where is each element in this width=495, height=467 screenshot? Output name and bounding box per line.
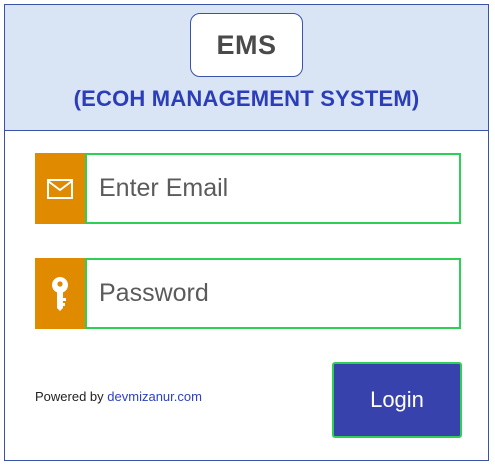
email-field-group	[35, 153, 461, 224]
powered-by-label: Powered by	[35, 389, 104, 404]
login-card: EMS (ECOH MANAGEMENT SYSTEM) Powered	[4, 4, 489, 461]
app-subtitle: (ECOH MANAGEMENT SYSTEM)	[73, 86, 420, 111]
powered-by-text: Powered by devmizanur.com	[35, 389, 202, 404]
key-icon	[35, 258, 85, 329]
logo-box: EMS	[190, 13, 303, 77]
envelope-icon	[35, 153, 85, 224]
logo-text: EMS	[216, 29, 277, 60]
password-field-group	[35, 258, 461, 329]
login-button[interactable]: Login	[332, 362, 462, 438]
email-input[interactable]	[85, 153, 461, 224]
password-input[interactable]	[85, 258, 461, 329]
header: EMS (ECOH MANAGEMENT SYSTEM)	[5, 5, 488, 131]
powered-by-link[interactable]: devmizanur.com	[107, 389, 202, 404]
